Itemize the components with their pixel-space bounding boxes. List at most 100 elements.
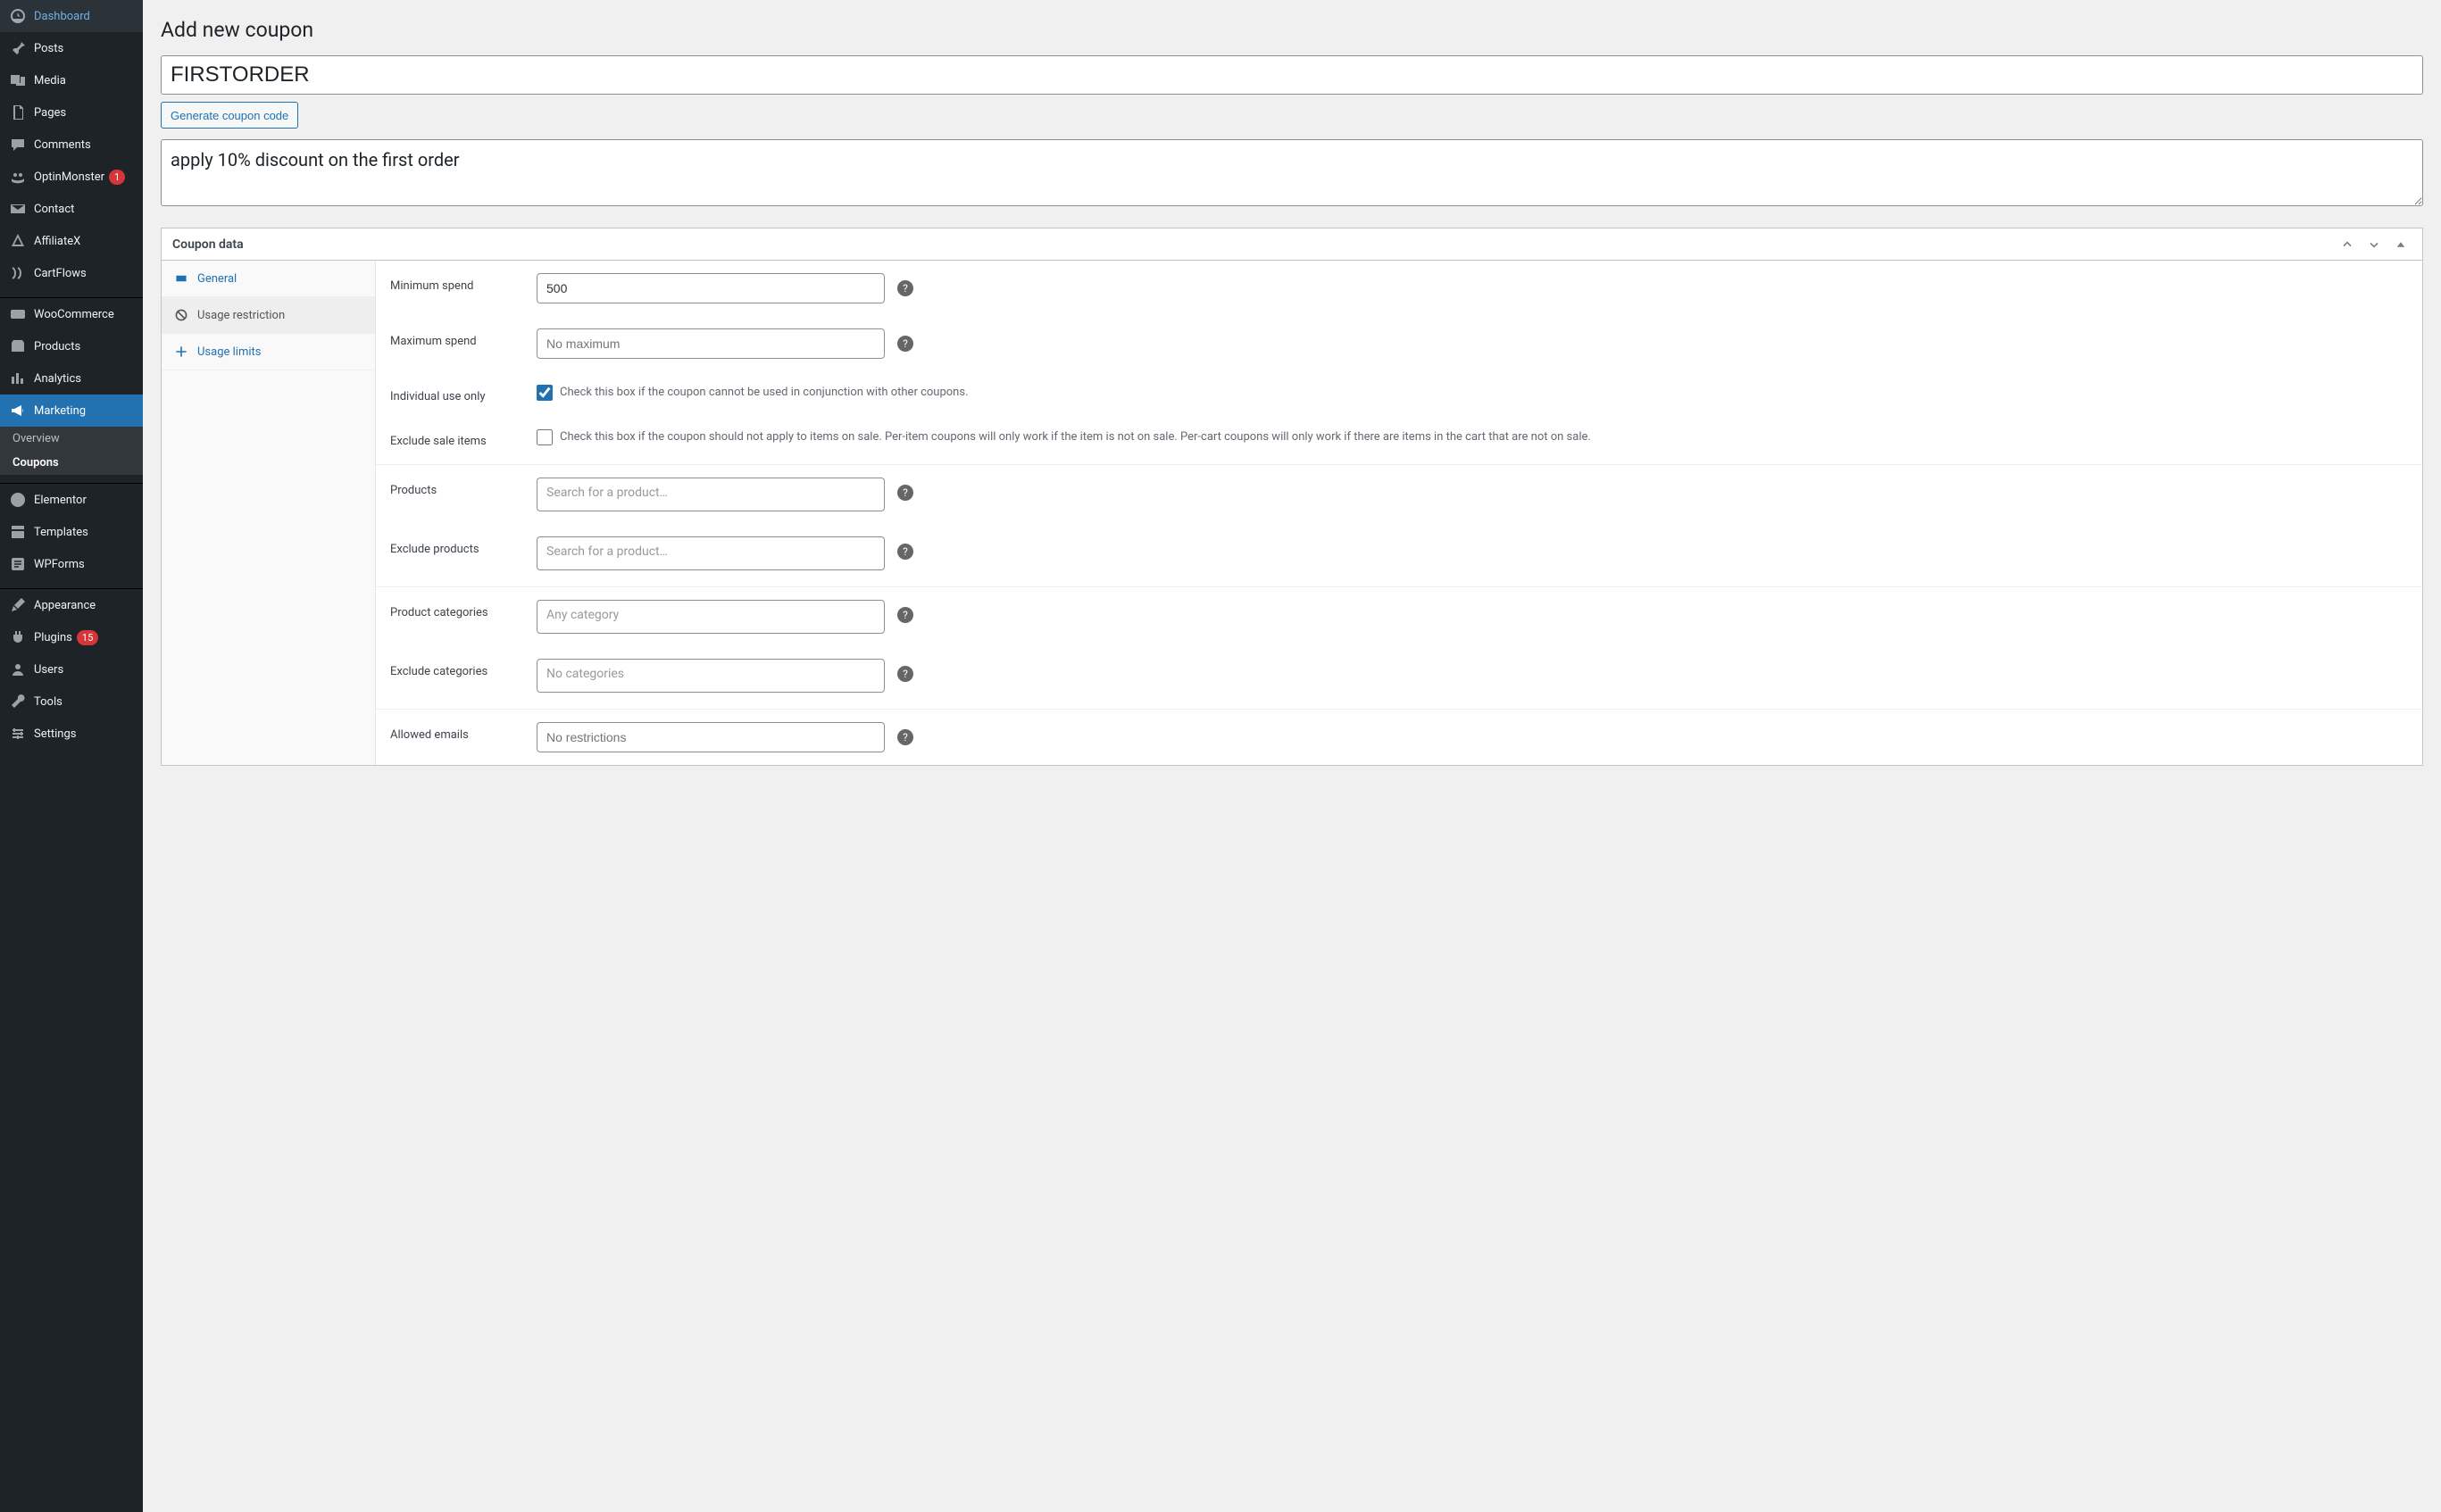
active-pointer-icon xyxy=(143,403,150,418)
sidebar-item-label: Dashboard xyxy=(34,10,90,23)
exclude-products-select[interactable]: Search for a product… xyxy=(537,536,885,570)
field-exclude-categories: Exclude categories No categories ? xyxy=(376,646,2422,705)
user-icon xyxy=(9,660,27,678)
field-label: Maximum spend xyxy=(390,328,533,348)
field-exclude-products: Exclude products Search for a product… ? xyxy=(376,524,2422,583)
sidebar-item-templates[interactable]: Templates xyxy=(0,516,143,548)
sidebar-item-label: AffiliateX xyxy=(34,235,80,248)
sidebar-item-products[interactable]: Products xyxy=(0,330,143,362)
sidebar-item-cartflows[interactable]: CartFlows xyxy=(0,257,143,289)
sidebar-item-pages[interactable]: Pages xyxy=(0,96,143,129)
metabox-header: Coupon data xyxy=(162,228,2422,261)
sidebar-item-plugins[interactable]: Plugins 15 xyxy=(0,621,143,653)
sidebar-item-tools[interactable]: Tools xyxy=(0,685,143,718)
tab-usage-limits[interactable]: Usage limits xyxy=(162,334,375,370)
move-up-icon[interactable] xyxy=(2337,234,2358,255)
settings-icon xyxy=(9,725,27,743)
sidebar-item-label: Elementor xyxy=(34,494,87,507)
sidebar-item-media[interactable]: Media xyxy=(0,64,143,96)
help-icon[interactable]: ? xyxy=(897,666,913,682)
sidebar-item-dashboard[interactable]: Dashboard xyxy=(0,0,143,32)
field-minimum-spend: Minimum spend ? xyxy=(376,261,2422,316)
sidebar-item-woocommerce[interactable]: WooCommerce xyxy=(0,298,143,330)
help-icon[interactable]: ? xyxy=(897,607,913,623)
submenu-item-coupons[interactable]: Coupons xyxy=(0,451,143,475)
tab-general[interactable]: General xyxy=(162,261,375,297)
help-icon[interactable]: ? xyxy=(897,729,913,745)
tab-label: Usage restriction xyxy=(197,309,285,322)
exclude-sale-checkbox[interactable] xyxy=(537,429,553,445)
submenu-item-overview[interactable]: Overview xyxy=(0,427,143,451)
pin-icon xyxy=(9,39,27,57)
field-label: Exclude sale items xyxy=(390,428,533,448)
sidebar-item-optinmonster[interactable]: OptinMonster 1 xyxy=(0,161,143,193)
products-select[interactable]: Search for a product… xyxy=(537,478,885,511)
coupon-code-input[interactable] xyxy=(161,55,2423,95)
generate-coupon-button[interactable]: Generate coupon code xyxy=(161,102,298,129)
media-icon xyxy=(9,71,27,89)
sidebar-item-analytics[interactable]: Analytics xyxy=(0,362,143,395)
tab-usage-restriction[interactable]: Usage restriction xyxy=(162,297,375,334)
help-icon[interactable]: ? xyxy=(897,485,913,501)
help-icon[interactable]: ? xyxy=(897,336,913,352)
sidebar-item-posts[interactable]: Posts xyxy=(0,32,143,64)
templates-icon xyxy=(9,523,27,541)
coupon-data-body: General Usage restriction Usage limits M… xyxy=(162,261,2422,765)
allowed-emails-input[interactable] xyxy=(537,722,885,752)
sidebar-item-comments[interactable]: Comments xyxy=(0,129,143,161)
sidebar-item-label: Posts xyxy=(34,42,63,55)
woocommerce-icon xyxy=(9,305,27,323)
tab-label: Usage limits xyxy=(197,345,261,359)
sidebar-item-label: WPForms xyxy=(34,558,85,571)
sidebar-item-affiliatex[interactable]: AffiliateX xyxy=(0,225,143,257)
sidebar-item-label: Settings xyxy=(34,727,76,741)
sidebar-item-label: Media xyxy=(34,74,66,87)
sidebar-item-elementor[interactable]: Elementor xyxy=(0,484,143,516)
mail-icon xyxy=(9,200,27,218)
notification-badge: 1 xyxy=(109,170,125,185)
coupon-tabs: General Usage restriction Usage limits xyxy=(162,261,376,765)
toggle-icon[interactable] xyxy=(2390,234,2412,255)
sidebar-item-label: Appearance xyxy=(34,599,96,612)
pages-icon xyxy=(9,104,27,121)
field-label: Exclude categories xyxy=(390,659,533,678)
comments-icon xyxy=(9,136,27,154)
field-label: Products xyxy=(390,478,533,497)
submenu-marketing: Overview Coupons xyxy=(0,427,143,475)
main-content: Add new coupon Generate coupon code appl… xyxy=(143,0,2441,1512)
exclude-categories-select[interactable]: No categories xyxy=(537,659,885,693)
minimum-spend-input[interactable] xyxy=(537,273,885,303)
field-label: Minimum spend xyxy=(390,273,533,293)
page-title: Add new coupon xyxy=(161,18,2423,42)
sidebar-item-label: Contact xyxy=(34,203,74,216)
help-icon[interactable]: ? xyxy=(897,544,913,560)
field-label: Individual use only xyxy=(390,384,533,403)
sidebar-item-contact[interactable]: Contact xyxy=(0,193,143,225)
move-down-icon[interactable] xyxy=(2363,234,2385,255)
tab-label: General xyxy=(197,272,237,286)
elementor-icon xyxy=(9,491,27,509)
coupon-description-input[interactable]: apply 10% discount on the first order xyxy=(161,139,2423,206)
sidebar-item-label: Comments xyxy=(34,138,91,152)
dashboard-icon xyxy=(9,7,27,25)
maximum-spend-input[interactable] xyxy=(537,328,885,359)
optinmonster-icon xyxy=(9,168,27,186)
sidebar-item-marketing[interactable]: Marketing xyxy=(0,395,143,427)
sidebar-item-label: Analytics xyxy=(34,372,81,386)
help-icon[interactable]: ? xyxy=(897,280,913,296)
wpforms-icon xyxy=(9,555,27,573)
sidebar-item-label: Products xyxy=(34,340,80,353)
analytics-icon xyxy=(9,370,27,387)
cartflows-icon xyxy=(9,264,27,282)
sidebar-item-appearance[interactable]: Appearance xyxy=(0,589,143,621)
sidebar-item-users[interactable]: Users xyxy=(0,653,143,685)
ban-icon xyxy=(174,308,188,322)
checkbox-description: Check this box if the coupon should not … xyxy=(560,428,1591,446)
individual-use-checkbox[interactable] xyxy=(537,385,553,401)
field-maximum-spend: Maximum spend ? xyxy=(376,316,2422,371)
sidebar-item-label: Templates xyxy=(34,526,88,539)
sidebar-item-wpforms[interactable]: WPForms xyxy=(0,548,143,580)
checkbox-description: Check this box if the coupon cannot be u… xyxy=(560,384,969,402)
categories-select[interactable]: Any category xyxy=(537,600,885,634)
sidebar-item-settings[interactable]: Settings xyxy=(0,718,143,750)
